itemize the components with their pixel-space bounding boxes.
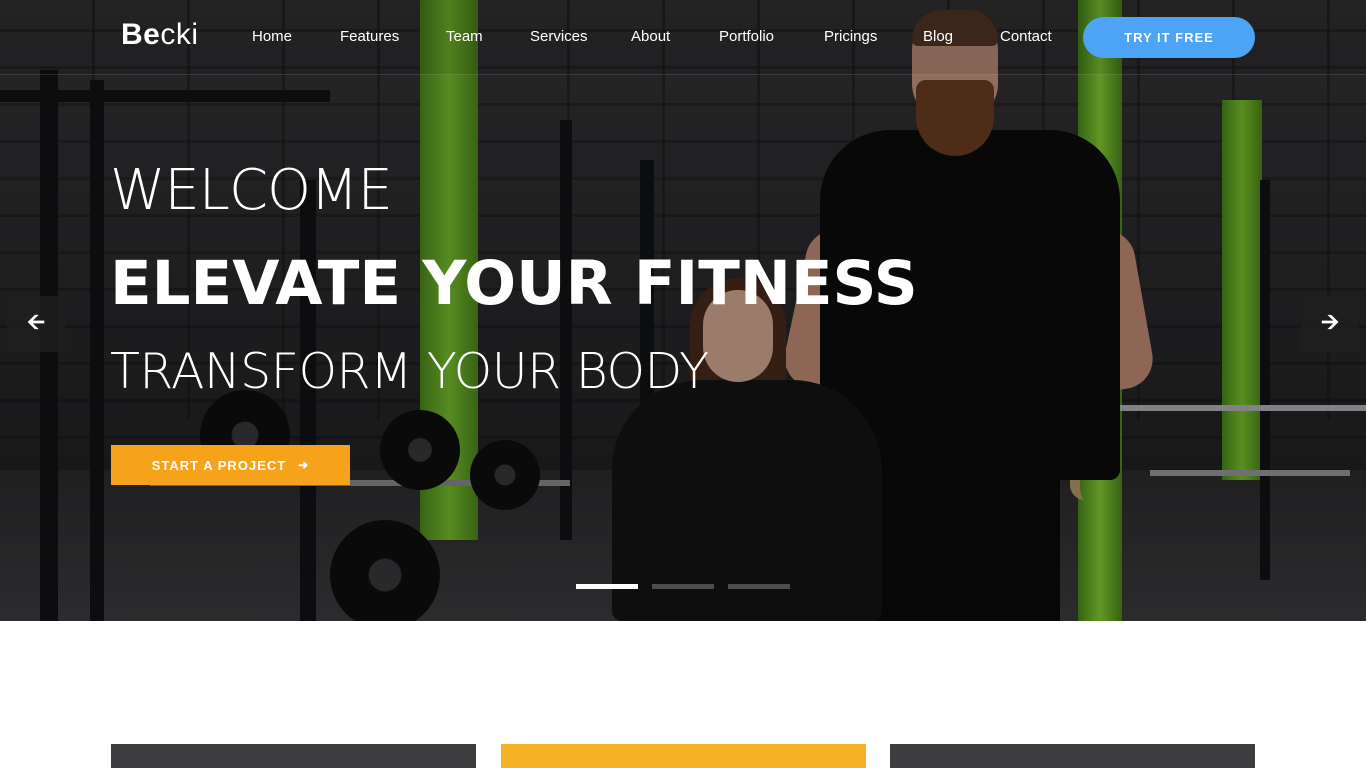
nav-link-team[interactable]: Team bbox=[446, 28, 483, 45]
start-project-button[interactable]: START A PROJECT ➜ bbox=[111, 445, 350, 485]
feature-card-2 bbox=[501, 744, 866, 768]
start-project-label: START A PROJECT bbox=[151, 457, 287, 473]
nav-link-about[interactable]: About bbox=[631, 28, 670, 45]
slider-indicators bbox=[0, 584, 1366, 590]
hero-welcome: WELCOME bbox=[110, 158, 393, 223]
feature-card-1 bbox=[111, 744, 476, 768]
nav-link-services[interactable]: Services bbox=[530, 28, 588, 45]
hero-subline: TRANSFORM YOUR BODY bbox=[110, 343, 709, 400]
nav-link-pricings[interactable]: Pricings bbox=[824, 28, 877, 45]
feature-card-3 bbox=[890, 744, 1255, 768]
arrow-left-icon: 🡨 bbox=[27, 310, 45, 335]
nav-link-home[interactable]: Home bbox=[252, 28, 292, 45]
arrow-right-icon: ➜ bbox=[298, 458, 310, 472]
hero-slider: WELCOME ELEVATE YOUR FITNESS TRANSFORM Y… bbox=[0, 0, 1366, 621]
brand-logo[interactable]: Becki bbox=[121, 18, 199, 52]
nav-link-blog[interactable]: Blog bbox=[923, 28, 953, 45]
slider-dot-1[interactable] bbox=[576, 584, 638, 589]
nav-link-contact[interactable]: Contact bbox=[1000, 28, 1052, 45]
nav-link-features[interactable]: Features bbox=[340, 28, 399, 45]
hero-headline: ELEVATE YOUR FITNESS bbox=[110, 248, 918, 319]
slider-dot-3[interactable] bbox=[728, 584, 790, 589]
arrow-right-icon: 🡪 bbox=[1321, 310, 1339, 335]
try-it-free-button[interactable]: TRY IT FREE bbox=[1083, 17, 1255, 58]
top-navbar: Becki Home Features Team Services About … bbox=[0, 0, 1366, 75]
slider-dot-2[interactable] bbox=[652, 584, 714, 589]
slider-next-button[interactable]: 🡪 bbox=[1301, 296, 1359, 352]
nav-link-portfolio[interactable]: Portfolio bbox=[719, 28, 774, 45]
slider-prev-button[interactable]: 🡨 bbox=[7, 296, 65, 352]
